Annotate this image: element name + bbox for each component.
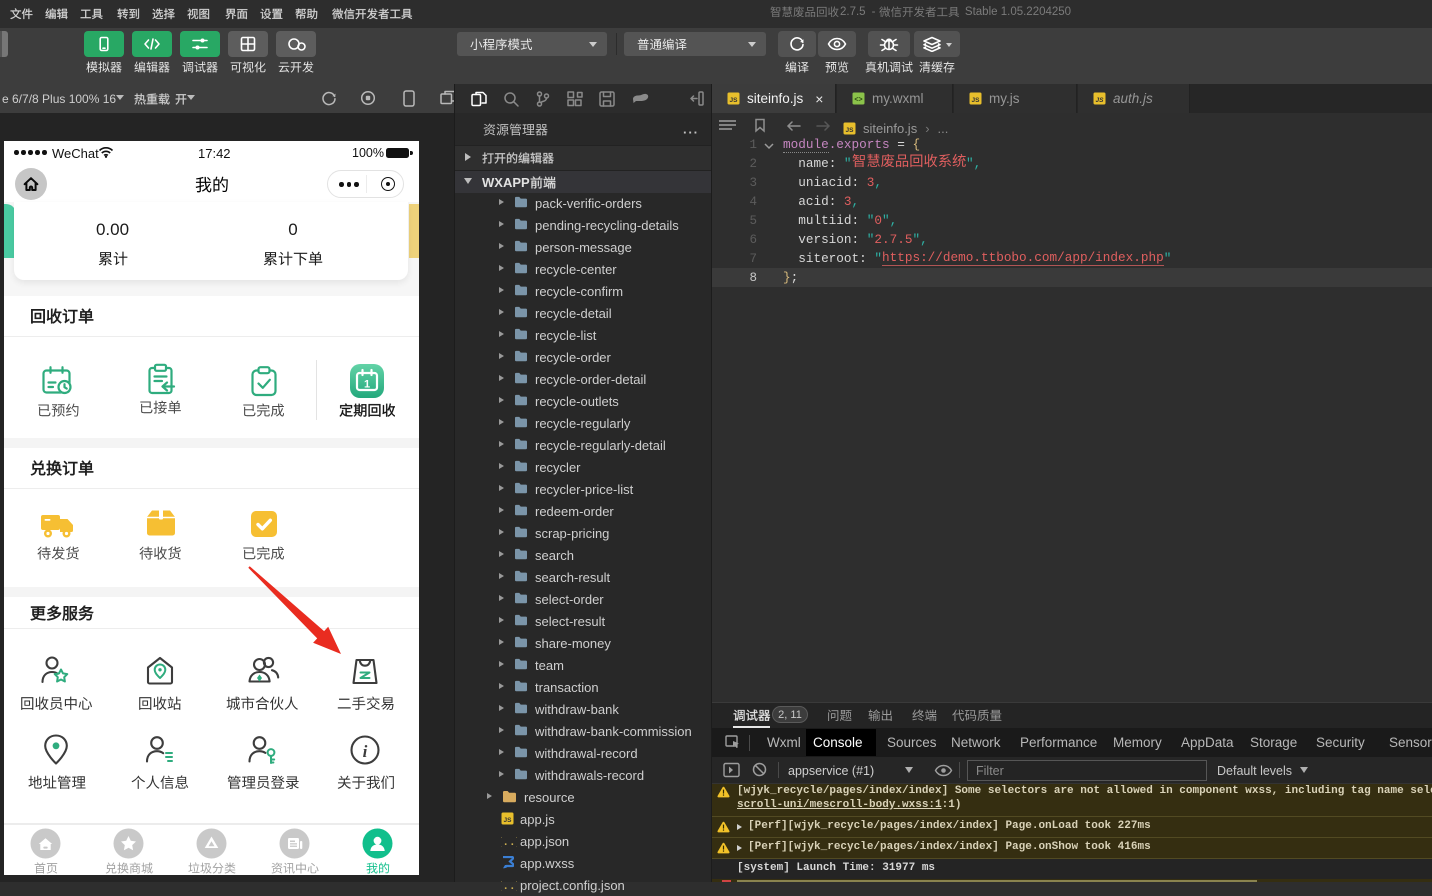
svg-text:1: 1	[364, 379, 370, 391]
svg-text:{..}: {..}	[501, 881, 517, 891]
svg-text:JS: JS	[1096, 97, 1105, 104]
svg-text:JS: JS	[504, 817, 513, 824]
svg-text:JS: JS	[972, 97, 981, 104]
svg-text:{..}: {..}	[501, 837, 517, 847]
svg-text:JS: JS	[846, 126, 855, 133]
svg-text:<>: <>	[854, 96, 862, 103]
svg-text:JS: JS	[730, 97, 739, 104]
svg-text:i: i	[363, 742, 368, 761]
